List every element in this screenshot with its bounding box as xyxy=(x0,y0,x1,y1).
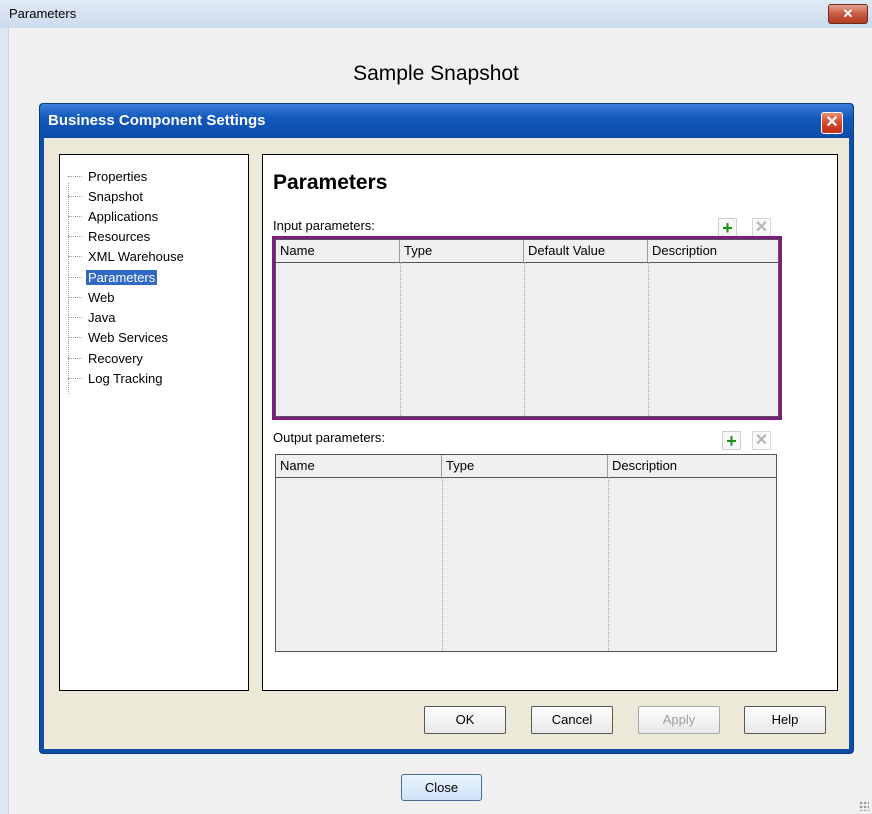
dialog-close-button[interactable]: ✕ xyxy=(821,112,843,134)
add-input-parameter-button[interactable]: + xyxy=(718,218,737,237)
tree-item-properties[interactable]: Properties xyxy=(68,167,149,185)
dialog-title-bar: Business Component Settings ✕ xyxy=(40,104,853,138)
tree-item-label: Log Tracking xyxy=(88,370,163,386)
column-header-name[interactable]: Name xyxy=(276,240,400,262)
tree-item-java[interactable]: Java xyxy=(68,308,117,326)
plus-icon: + xyxy=(722,218,733,238)
window-title-bar: Parameters ✕ xyxy=(0,0,872,29)
tree-item-web-services[interactable]: Web Services xyxy=(68,328,170,346)
input-parameters-label: Input parameters: xyxy=(273,218,375,233)
tree-item-label: Snapshot xyxy=(88,188,143,204)
resize-grip[interactable] xyxy=(859,801,869,811)
window-title: Parameters xyxy=(9,6,77,21)
cancel-button[interactable]: Cancel xyxy=(531,706,613,734)
page-title: Sample Snapshot xyxy=(353,62,519,85)
tree-item-applications[interactable]: Applications xyxy=(68,207,160,225)
tree-item-parameters[interactable]: Parameters xyxy=(68,268,158,286)
column-header-default-value[interactable]: Default Value xyxy=(524,240,648,262)
input-parameters-grid[interactable]: Name Type Default Value Description xyxy=(275,239,779,417)
ok-button[interactable]: OK xyxy=(424,706,506,734)
grid-column-divider xyxy=(524,262,525,416)
apply-button[interactable]: Apply xyxy=(638,706,720,734)
tree-item-web[interactable]: Web xyxy=(68,288,117,306)
tree-item-label: XML Warehouse xyxy=(88,248,184,264)
tree-item-xml-warehouse[interactable]: XML Warehouse xyxy=(68,247,186,265)
tree-item-label: Resources xyxy=(88,228,151,244)
close-button[interactable]: Close xyxy=(401,774,482,801)
tree-item-label: Web xyxy=(88,289,115,305)
close-icon: ✕ xyxy=(825,114,839,131)
tree-item-recovery[interactable]: Recovery xyxy=(68,349,145,367)
column-header-description[interactable]: Description xyxy=(648,240,778,262)
window-close-button[interactable]: ✕ xyxy=(828,4,868,24)
parameters-window: Parameters ✕ Sample Snapshot Business Co… xyxy=(0,0,872,814)
window-left-border xyxy=(0,28,8,814)
tree-item-label: Recovery xyxy=(88,350,143,366)
tree-item-label: Web Services xyxy=(88,329,168,345)
dialog-title: Business Component Settings xyxy=(48,112,266,129)
grid-column-divider xyxy=(608,477,609,651)
output-parameters-grid[interactable]: Name Type Description xyxy=(275,454,777,652)
column-header-description[interactable]: Description xyxy=(608,455,776,477)
delete-icon: ✕ xyxy=(754,219,769,236)
close-icon: ✕ xyxy=(842,6,854,21)
grid-column-divider xyxy=(442,477,443,651)
column-header-type[interactable]: Type xyxy=(400,240,524,262)
add-output-parameter-button[interactable]: + xyxy=(722,431,741,450)
tree-item-snapshot[interactable]: Snapshot xyxy=(68,187,145,205)
grid-column-divider xyxy=(648,262,649,416)
grid-header-row: Name Type Description xyxy=(276,455,776,478)
column-header-name[interactable]: Name xyxy=(276,455,442,477)
tree-item-label: Applications xyxy=(88,208,159,224)
remove-input-parameter-button[interactable]: ✕ xyxy=(752,218,771,237)
section-heading: Parameters xyxy=(273,171,388,194)
delete-icon: ✕ xyxy=(754,432,769,449)
grid-column-divider xyxy=(400,262,401,416)
grid-header-row: Name Type Default Value Description xyxy=(276,240,778,263)
column-header-type[interactable]: Type xyxy=(442,455,608,477)
help-button[interactable]: Help xyxy=(744,706,826,734)
tree-item-label: Java xyxy=(88,309,116,325)
tree-item-log-tracking[interactable]: Log Tracking xyxy=(68,369,164,387)
tree-item-label: Properties xyxy=(88,168,148,184)
parameters-panel: Parameters Input parameters: + ✕ Name Ty… xyxy=(262,154,838,691)
tree-item-resources[interactable]: Resources xyxy=(68,227,152,245)
remove-output-parameter-button[interactable]: ✕ xyxy=(752,431,771,450)
business-component-settings-dialog: Business Component Settings ✕ Properties… xyxy=(39,103,854,754)
dialog-body: Properties Snapshot Applications Resourc… xyxy=(44,138,849,749)
plus-icon: + xyxy=(726,431,737,451)
settings-tree: Properties Snapshot Applications Resourc… xyxy=(59,154,249,691)
tree-item-label-selected: Parameters xyxy=(86,269,158,285)
output-parameters-label: Output parameters: xyxy=(273,430,385,445)
